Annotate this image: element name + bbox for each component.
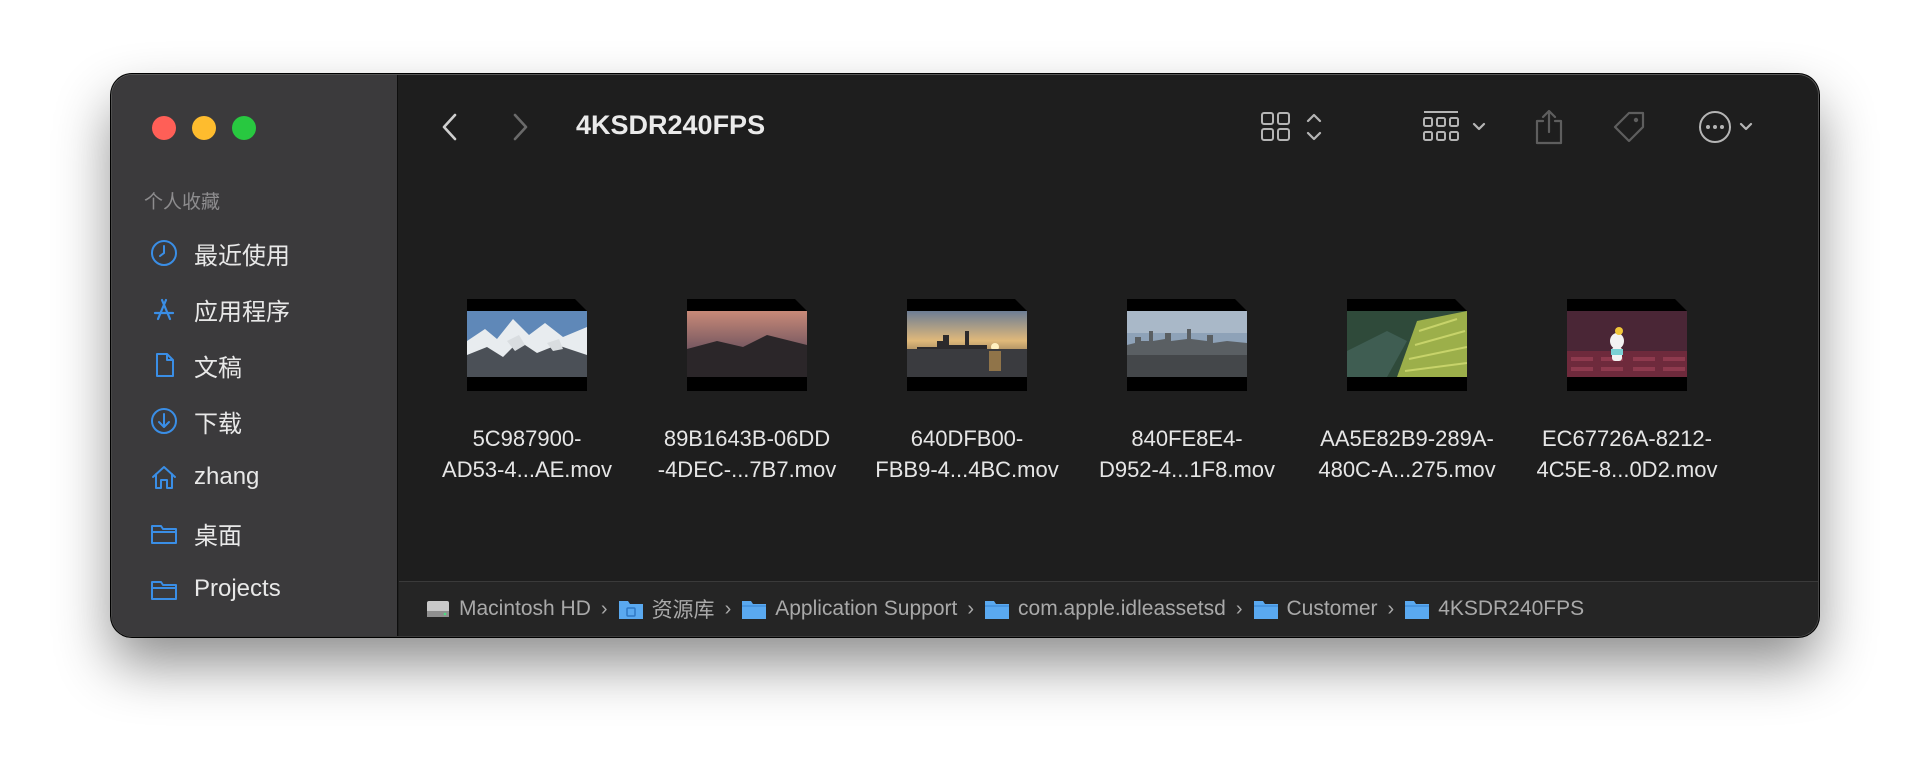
folder-icon (985, 601, 1010, 619)
sidebar-item-label: 应用程序 (194, 298, 290, 326)
toolbar: 4KSDR240FPS (399, 75, 1818, 180)
sidebar-item-label: 下载 (194, 410, 242, 438)
path-item-customer[interactable]: Customer (1253, 597, 1378, 621)
path-item-application-support[interactable]: Application Support (741, 597, 957, 621)
view-mode-button[interactable] (1260, 107, 1330, 147)
forward-button[interactable] (509, 107, 531, 147)
path-separator: › (1387, 597, 1395, 620)
ellipsis-circle-icon (1699, 111, 1753, 143)
file-name: 640DFB00- FBB9-4...4BC.mov (875, 426, 1059, 482)
sidebar-item-label: 桌面 (194, 522, 242, 550)
path-item-library[interactable]: 资源库 (618, 594, 715, 624)
sidebar-item-label: Projects (194, 575, 281, 602)
sidebar-list: 最近使用 应用程序 文稿 下载 zhang 桌面 Projects (148, 225, 290, 617)
sidebar-item-applications[interactable]: 应用程序 (148, 281, 290, 337)
file-item[interactable]: AA5E82B9-289A- 480C-A...275.mov (1297, 220, 1517, 485)
path-item-idleassetsd[interactable]: com.apple.idleassetsd (984, 597, 1226, 621)
video-thumbnail (1347, 299, 1467, 391)
share-icon (1535, 109, 1563, 145)
finder-window: 个人收藏 最近使用 应用程序 文稿 下载 zhang 桌面 Projects 4… (112, 75, 1818, 636)
sidebar-item-documents[interactable]: 文稿 (148, 337, 290, 393)
path-item-macintosh-hd[interactable]: Macintosh HD (425, 597, 591, 621)
clock-icon (148, 237, 180, 269)
file-item[interactable]: 640DFB00- FBB9-4...4BC.mov (857, 220, 1077, 485)
folder-icon (148, 573, 180, 605)
file-item[interactable]: 840FE8E4- D952-4...1F8.mov (1077, 220, 1297, 485)
library-folder-icon (618, 601, 643, 619)
path-separator: › (967, 597, 975, 620)
close-button[interactable] (152, 116, 176, 140)
file-name: AA5E82B9-289A- 480C-A...275.mov (1318, 426, 1496, 482)
hard-drive-icon (427, 601, 449, 617)
folder-icon (742, 601, 767, 619)
file-name: 89B1643B-06DD -4DEC-...7B7.mov (657, 426, 837, 482)
icon-view-grid-icon (1261, 112, 1322, 141)
file-name: 5C987900- AD53-4...AE.mov (442, 426, 612, 482)
share-button[interactable] (1531, 107, 1567, 147)
path-item-4ksdr240fps[interactable]: 4KSDR240FPS (1404, 597, 1584, 621)
folder-icon (148, 517, 180, 549)
sidebar-item-projects[interactable]: Projects (148, 561, 290, 617)
file-item[interactable]: EC67726A-8212- 4C5E-8...0D2.mov (1517, 220, 1737, 485)
video-thumbnail (907, 299, 1027, 391)
path-separator: › (724, 597, 732, 620)
path-separator: › (600, 597, 608, 620)
sidebar-item-label: 文稿 (194, 354, 242, 382)
zoom-button[interactable] (232, 116, 256, 140)
file-name: 840FE8E4- D952-4...1F8.mov (1098, 426, 1276, 482)
video-thumbnail (1127, 299, 1247, 391)
tags-button[interactable] (1609, 107, 1649, 147)
sidebar-item-label: zhang (194, 463, 260, 490)
sidebar-item-downloads[interactable]: 下载 (148, 393, 290, 449)
sidebar-item-label: 最近使用 (194, 242, 290, 270)
folder-icon (1405, 601, 1430, 619)
chevron-left-icon (442, 113, 457, 141)
sidebar-item-home[interactable]: zhang (148, 449, 290, 505)
file-grid: 5C987900- AD53-4...AE.mov 89B1643B-06DD … (417, 220, 1737, 485)
window-controls (152, 116, 256, 140)
sidebar-item-recents[interactable]: 最近使用 (148, 225, 290, 281)
video-thumbnail (1567, 299, 1687, 391)
more-actions-button[interactable] (1698, 107, 1762, 147)
minimize-button[interactable] (192, 116, 216, 140)
path-bar: Macintosh HD › 资源库 › Application Support… (399, 581, 1818, 636)
group-view-icon (1423, 111, 1486, 141)
folder-icon (1253, 601, 1278, 619)
path-separator: › (1235, 597, 1243, 620)
group-by-button[interactable] (1422, 107, 1492, 147)
video-thumbnail (467, 299, 587, 391)
tag-icon (1613, 111, 1645, 143)
back-button[interactable] (439, 107, 461, 147)
window-title: 4KSDR240FPS (576, 110, 766, 140)
video-thumbnail (687, 299, 807, 391)
content-area: 4KSDR240FPS 5C987900- AD53-4...AE.mov 89… (399, 75, 1818, 636)
sidebar: 个人收藏 最近使用 应用程序 文稿 下载 zhang 桌面 Projects (112, 75, 398, 636)
sidebar-heading-favorites: 个人收藏 (144, 192, 221, 213)
download-icon (148, 405, 180, 437)
chevron-right-icon (513, 113, 528, 141)
home-icon (148, 461, 180, 493)
document-icon (148, 349, 180, 381)
file-item[interactable]: 89B1643B-06DD -4DEC-...7B7.mov (637, 220, 857, 485)
sidebar-item-desktop[interactable]: 桌面 (148, 505, 290, 561)
file-item[interactable]: 5C987900- AD53-4...AE.mov (417, 220, 637, 485)
applications-icon (148, 293, 180, 325)
file-name: EC67726A-8212- 4C5E-8...0D2.mov (1536, 426, 1718, 482)
